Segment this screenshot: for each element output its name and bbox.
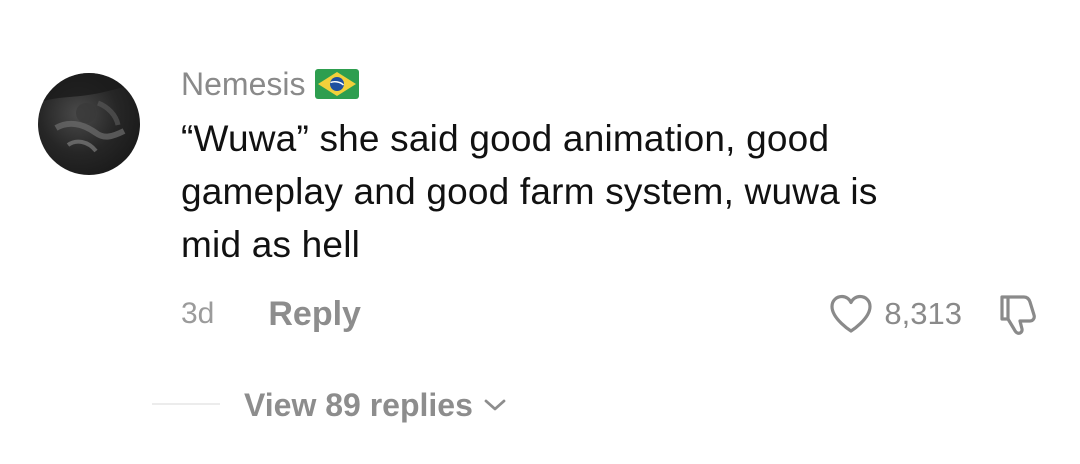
like-count: 8,313 bbox=[884, 296, 962, 331]
comment-body: “Wuwa” she said good animation, good gam… bbox=[181, 112, 1041, 271]
comment-actions: 8,313 bbox=[828, 290, 1040, 338]
avatar[interactable] bbox=[38, 73, 140, 175]
username[interactable]: Nemesis bbox=[181, 64, 305, 104]
thumbs-down-icon[interactable] bbox=[996, 291, 1040, 337]
comment-header: Nemesis bbox=[181, 64, 360, 104]
view-replies-label: View 89 replies bbox=[244, 386, 473, 423]
comment-text-line: “Wuwa” she said good animation, good bbox=[181, 118, 830, 159]
view-replies-button[interactable]: View 89 replies bbox=[244, 384, 507, 426]
comment-text-line: gameplay and good farm system, wuwa is bbox=[181, 171, 878, 212]
heart-outline-icon[interactable] bbox=[828, 293, 874, 335]
comment-meta: 3d Reply bbox=[181, 292, 361, 336]
replies-divider bbox=[152, 403, 220, 405]
timestamp: 3d bbox=[181, 297, 215, 330]
brazil-flag-icon bbox=[315, 69, 360, 99]
comment-text-line: mid as hell bbox=[181, 224, 361, 265]
reply-button[interactable]: Reply bbox=[268, 295, 361, 334]
chevron-down-icon bbox=[483, 397, 507, 413]
